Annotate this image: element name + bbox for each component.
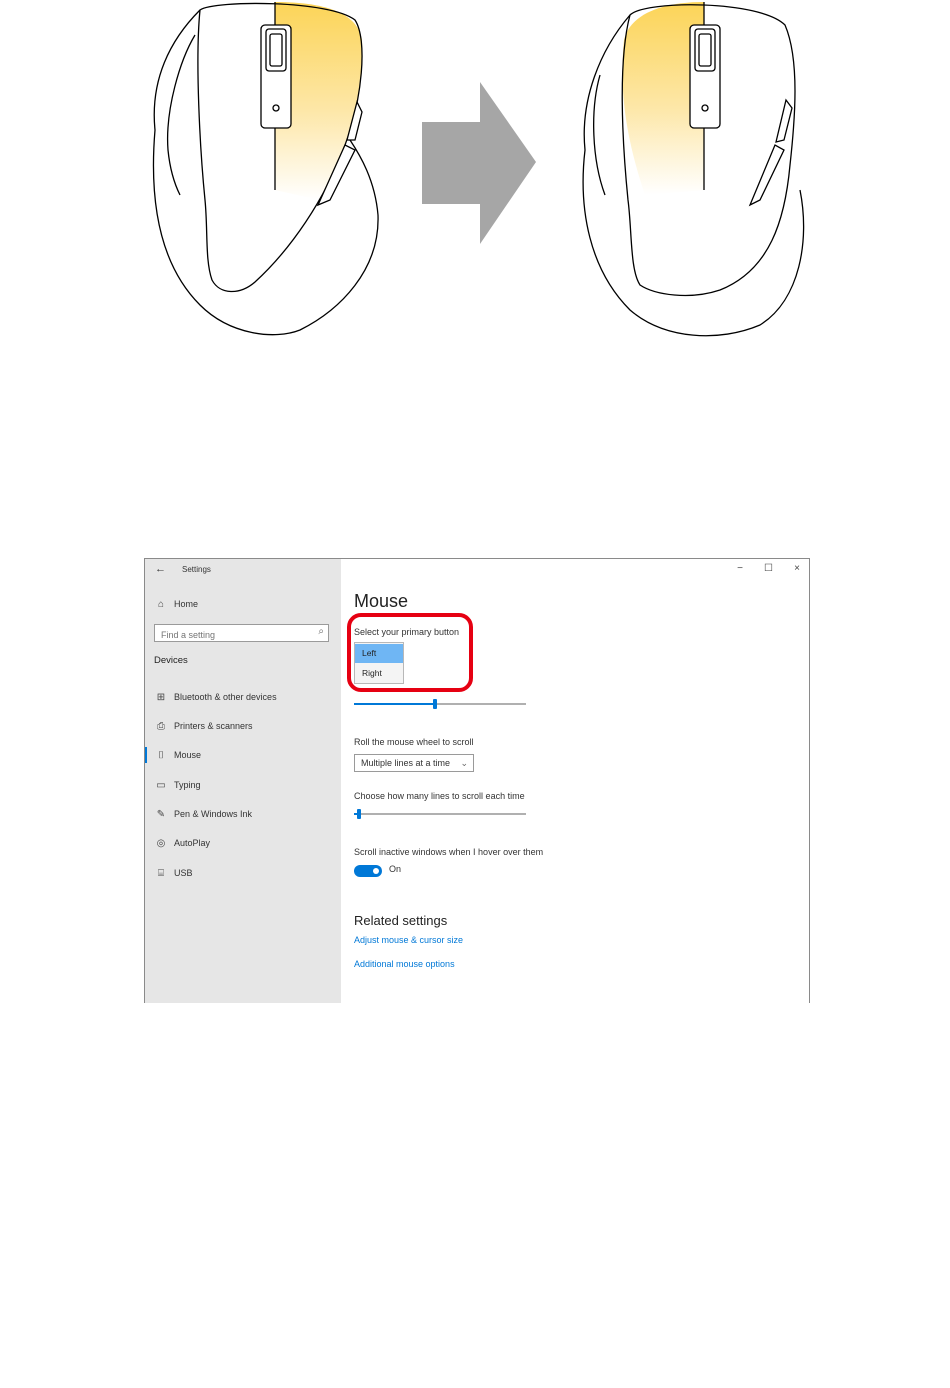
slider-thumb[interactable] [433, 699, 437, 709]
keyboard-icon: ▭ [156, 779, 166, 791]
settings-window: ← Settings ⌂ Home ⌕ Devices ⊞ Bluetooth … [144, 558, 810, 1003]
section-title-devices: Devices [154, 655, 188, 666]
sidebar-item-typing[interactable]: ▭ Typing [154, 776, 201, 794]
sidebar-item-label: AutoPlay [174, 838, 211, 848]
sidebar-item-home[interactable]: ⌂ Home [154, 595, 198, 613]
sidebar-item-mouse[interactable]: ⌷ Mouse [154, 746, 201, 764]
search-input[interactable] [155, 627, 311, 643]
search-icon[interactable]: ⌕ [318, 626, 324, 637]
mouse-button-swap-illustration [0, 0, 950, 360]
link-additional-mouse-options[interactable]: Additional mouse options [354, 959, 455, 969]
sidebar-item-label: Pen & Windows Ink [174, 809, 253, 819]
window-title: Settings [182, 565, 211, 574]
sidebar-item-pen[interactable]: ✎ Pen & Windows Ink [154, 805, 252, 823]
sidebar-item-bluetooth[interactable]: ⊞ Bluetooth & other devices [154, 688, 277, 706]
sidebar-item-label: Printers & scanners [174, 721, 253, 731]
close-button[interactable]: × [794, 563, 800, 574]
printer-icon: ⎙ [157, 720, 165, 732]
minimize-button[interactable]: − [737, 563, 743, 574]
usb-icon: ⌸ [158, 867, 164, 879]
slider-fill [354, 703, 433, 705]
sidebar-item-label: Typing [174, 780, 201, 790]
sidebar-item-label: Home [174, 599, 199, 609]
mouse-after-drawing [582, 2, 805, 337]
sidebar-item-printers[interactable]: ⎙ Printers & scanners [154, 717, 253, 735]
sidebar-item-label: Bluetooth & other devices [174, 692, 277, 702]
mouse-icon: ⌷ [158, 749, 164, 761]
page-title: Mouse [354, 591, 409, 611]
sidebar-item-label: Mouse [174, 750, 202, 760]
scroll-lines-label: Choose how many lines to scroll each tim… [354, 791, 525, 801]
find-setting-search[interactable]: ⌕ [154, 624, 329, 643]
settings-sidebar: ← Settings ⌂ Home ⌕ Devices ⊞ Bluetooth … [145, 559, 341, 1003]
back-arrow-icon[interactable]: ← [155, 563, 166, 575]
primary-button-highlight-frame [347, 613, 473, 692]
mouse-before-drawing [152, 2, 379, 336]
autoplay-icon: ◎ [156, 837, 166, 849]
sidebar-item-autoplay[interactable]: ◎ AutoPlay [154, 834, 210, 852]
bluetooth-devices-icon: ⊞ [156, 691, 166, 703]
slider-track [354, 813, 526, 815]
sidebar-item-usb[interactable]: ⌸ USB [154, 864, 193, 882]
maximize-button[interactable]: ☐ [764, 563, 773, 574]
cursor-speed-slider[interactable] [354, 699, 526, 709]
inactive-scroll-toggle[interactable] [354, 865, 382, 877]
toggle-state-text: On [389, 864, 402, 874]
toggle-knob [373, 868, 379, 874]
arrow-right-shape [422, 82, 536, 244]
scroll-lines-slider[interactable] [354, 809, 526, 819]
wheel-scroll-label: Roll the mouse wheel to scroll [354, 737, 474, 747]
home-icon: ⌂ [157, 598, 165, 610]
sidebar-item-label: USB [174, 868, 193, 878]
wheel-scroll-select[interactable]: Multiple lines at a time ⌄ [354, 754, 474, 772]
link-cursor-size[interactable]: Adjust mouse & cursor size [354, 935, 463, 945]
active-item-indicator [145, 747, 147, 763]
chevron-down-icon: ⌄ [460, 758, 468, 768]
related-settings-title: Related settings [354, 913, 448, 928]
wheel-scroll-value: Multiple lines at a time [361, 758, 451, 768]
slider-thumb[interactable] [357, 809, 361, 819]
pen-icon: ✎ [156, 808, 166, 820]
inactive-scroll-label: Scroll inactive windows when I hover ove… [354, 847, 544, 857]
